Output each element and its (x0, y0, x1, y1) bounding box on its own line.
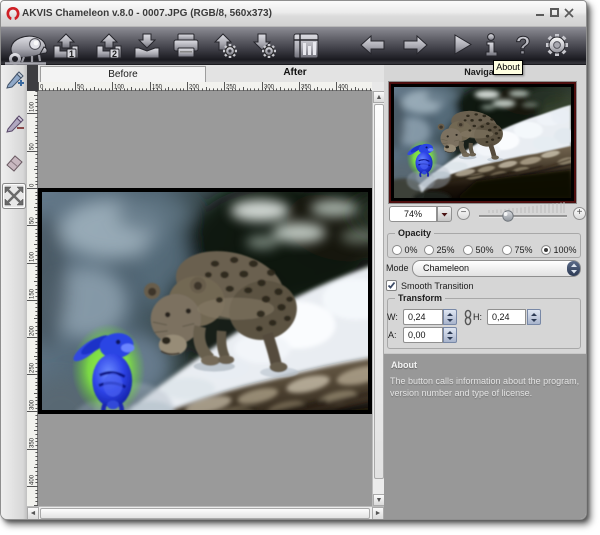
svg-text:50: 50 (30, 143, 36, 150)
svg-text:0: 0 (40, 85, 44, 91)
svg-text:400: 400 (30, 474, 36, 485)
svg-text:250: 250 (226, 85, 237, 91)
svg-text:150: 150 (152, 85, 163, 91)
svg-text:?: ? (515, 32, 530, 60)
svg-text:1: 1 (69, 49, 74, 59)
svg-text:300: 300 (30, 399, 36, 410)
svg-text:100: 100 (114, 85, 125, 91)
svg-text:2: 2 (112, 49, 117, 59)
svg-text:0: 0 (30, 183, 36, 187)
svg-text:50: 50 (77, 85, 84, 91)
svg-text:350: 350 (301, 85, 312, 91)
svg-text:100: 100 (30, 251, 36, 262)
svg-text:400: 400 (338, 85, 349, 91)
svg-text:200: 200 (30, 325, 36, 336)
svg-text:100: 100 (30, 101, 36, 112)
svg-text:50: 50 (30, 217, 36, 224)
svg-text:250: 250 (30, 362, 36, 373)
svg-text:200: 200 (189, 85, 200, 91)
svg-text:300: 300 (264, 85, 275, 91)
svg-text:350: 350 (30, 437, 36, 448)
svg-text:150: 150 (30, 288, 36, 299)
